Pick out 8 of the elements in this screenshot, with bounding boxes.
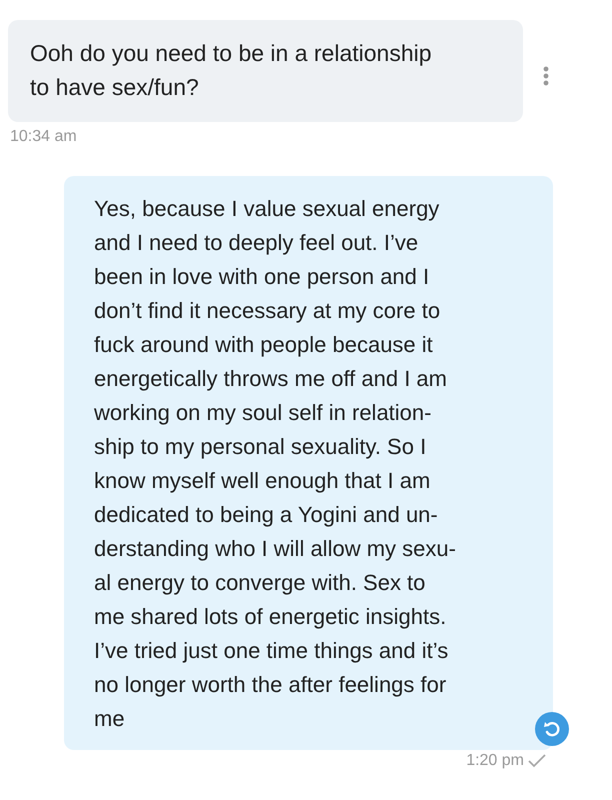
message-time: 1:20 pm xyxy=(466,752,524,770)
message-bubble: Ooh do you need to be in a relationship to have sex/fun? xyxy=(8,20,523,122)
undo-button[interactable] xyxy=(535,712,569,746)
message-bubble: Yes, because I value sexual energy and I need to deeply feel out. I’ve been in love with one person and I don’t find it necessary at my core to fuck around with people because it energetically throws me off and I am working on my soul self in relation- ship to my personal sexuality. So I know myself well enough that I am dedicated to being a Yogini and un- derstanding who I will allow my sexu- al energy to converge with. Sex to me shared lots of energetic insights. I’ve tried just one time things and it’s no longer worth the after feelings for me xyxy=(64,176,553,750)
check-icon xyxy=(528,754,546,768)
more-options-icon[interactable] xyxy=(543,66,549,86)
undo-icon xyxy=(542,719,562,739)
message-time: 10:34 am xyxy=(10,128,77,146)
